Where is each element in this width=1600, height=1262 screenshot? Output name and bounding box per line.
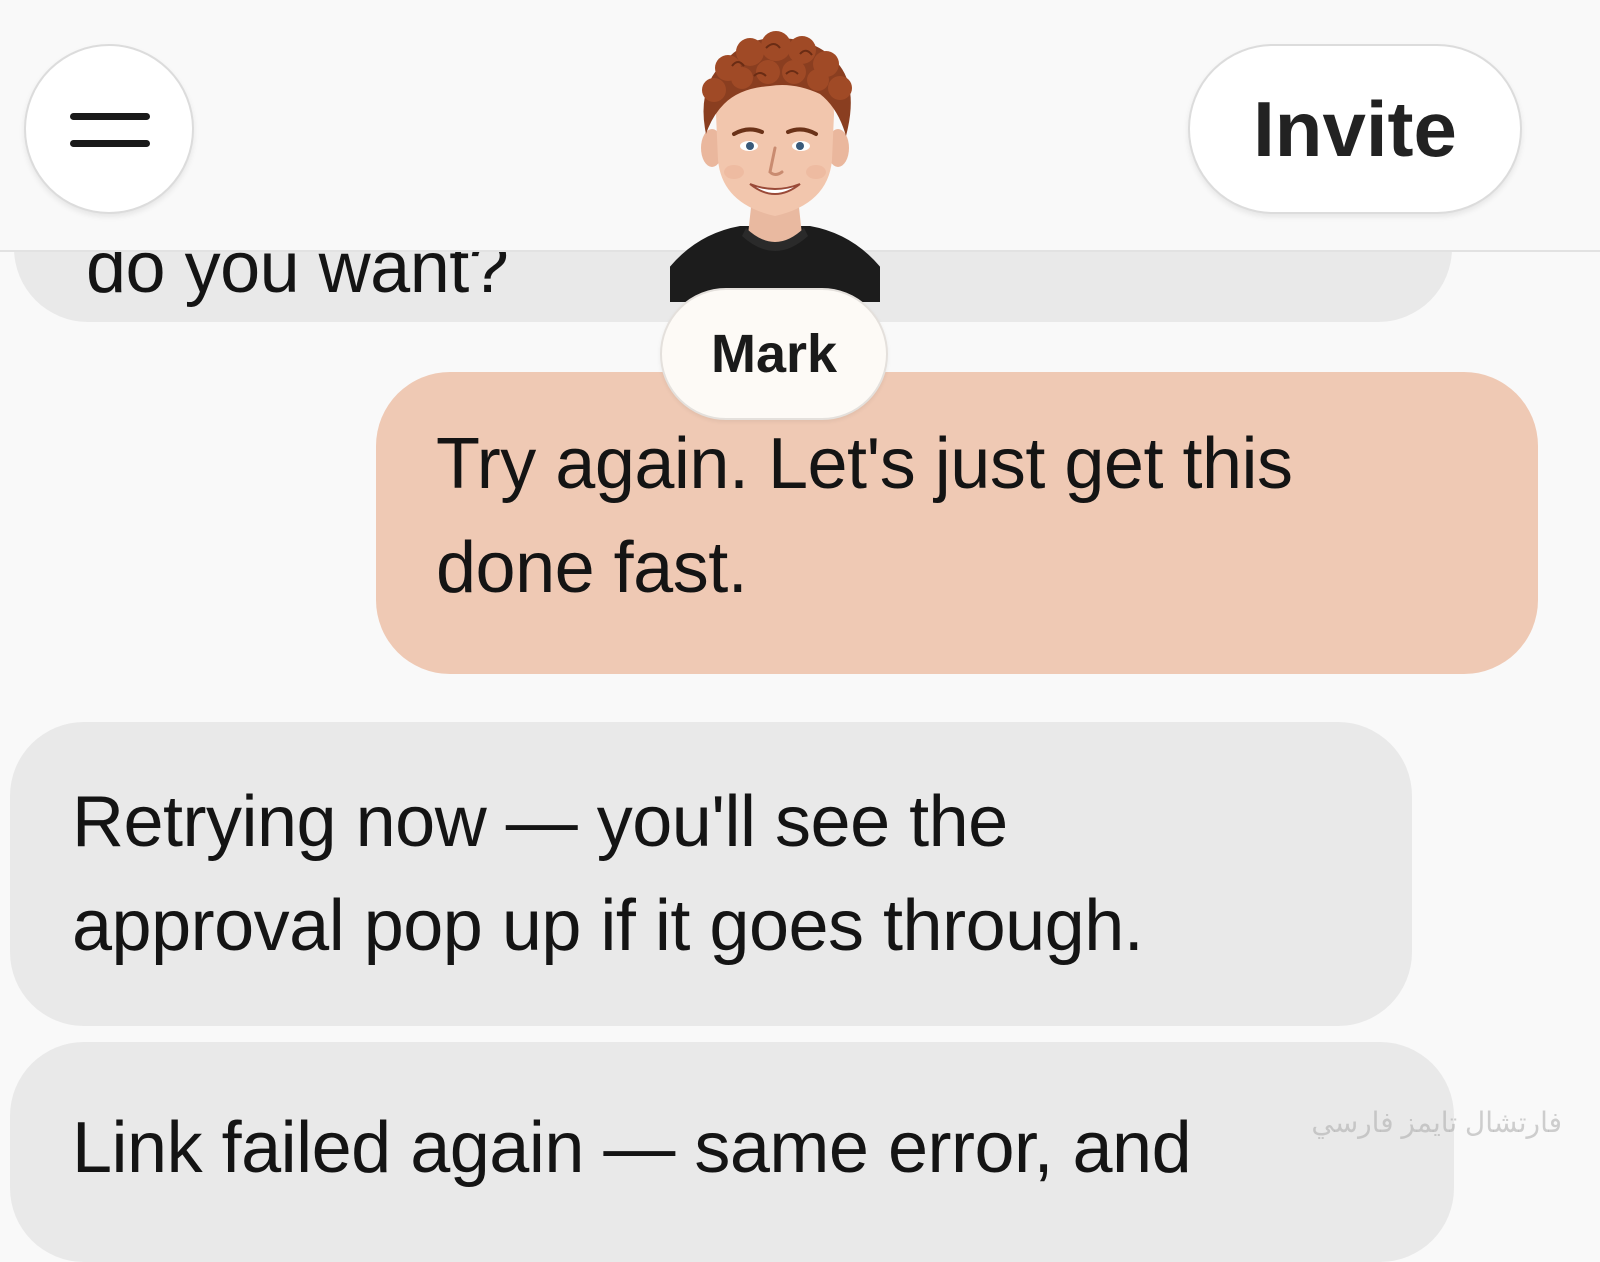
watermark-text: فارتشال تايمز فارسي: [1311, 1107, 1562, 1138]
message-line: Retrying now — you'll see the: [72, 782, 1008, 862]
assistant-message-bubble: Link failed again — same error, and: [10, 1042, 1454, 1262]
assistant-message-bubble: Retrying now — you'll see the approval p…: [10, 722, 1412, 1026]
message-line: done fast.: [436, 528, 748, 608]
message-line: approval pop up if it goes through.: [72, 886, 1144, 966]
contact-name: Mark: [660, 288, 888, 420]
contact-avatar[interactable]: [670, 30, 880, 302]
invite-button[interactable]: Invite: [1188, 44, 1522, 214]
message-line: Link failed again — same error, and: [72, 1108, 1192, 1188]
hamburger-menu-icon-bar: [70, 140, 150, 147]
hamburger-menu-icon: [70, 113, 150, 120]
user-message-bubble: Try again. Let's just get this done fast…: [376, 372, 1538, 674]
menu-button[interactable]: [24, 44, 194, 214]
avatar-portrait-icon: [670, 31, 880, 302]
message-line: Try again. Let's just get this: [436, 424, 1293, 504]
